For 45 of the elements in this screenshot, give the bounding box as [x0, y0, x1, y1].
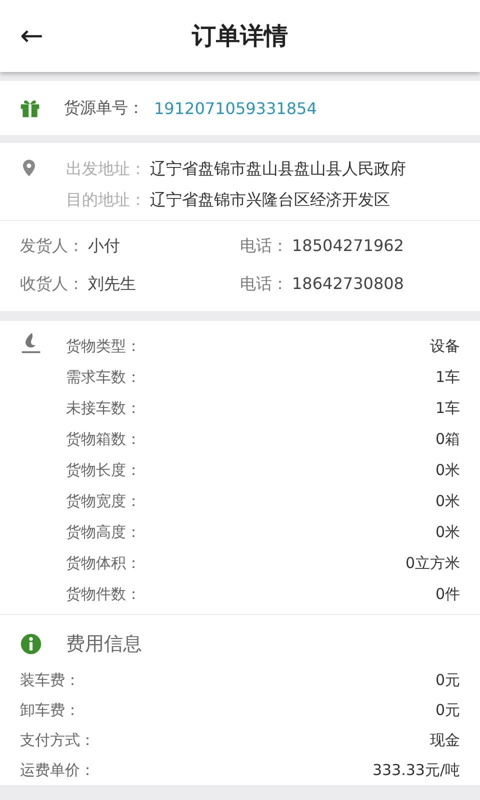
fee-label: 运费单价： [20, 760, 95, 780]
phone-label: 电话： [240, 236, 288, 254]
cargo-value: 0米 [435, 461, 460, 480]
address-value: 辽宁省盘锦市兴隆台区经济开发区 [150, 190, 390, 209]
info-icon [20, 633, 42, 655]
address-value: 辽宁省盘锦市盘山县盘山县人民政府 [150, 159, 406, 178]
cargo-label: 货物件数： [66, 585, 141, 604]
order-number: 1912071059331854 [154, 98, 317, 118]
back-button[interactable]: ← [0, 22, 44, 50]
fee-value: 333.33元/吨 [372, 760, 460, 780]
cargo-label: 未接车数： [66, 399, 141, 418]
cargo-label: 货物宽度： [66, 492, 141, 511]
fee-label: 卸车费： [20, 700, 80, 720]
section-title: 费用信息 [66, 632, 142, 657]
cargo-value: 0立方米 [405, 554, 460, 573]
phone-number: 18504271962 [292, 236, 404, 254]
fee-label: 装车费： [20, 670, 80, 690]
phone-label: 电话： [240, 274, 288, 292]
cargo-label: 货物体积： [66, 554, 141, 573]
cargo-label: 货物高度： [66, 523, 141, 542]
cargo-value: 设备 [430, 337, 460, 356]
fee-value: 0元 [435, 700, 460, 720]
fee-value: 0元 [435, 670, 460, 690]
contact-label: 收货人： [20, 274, 84, 292]
cargo-value: 1车 [435, 368, 460, 387]
flame-icon [20, 331, 42, 355]
contact-name: 小付 [88, 236, 120, 254]
cargo-value: 0米 [435, 523, 460, 542]
page-title: 订单详情 [192, 21, 288, 52]
cargo-label: 货物类型： [66, 337, 141, 356]
cargo-value: 0件 [435, 585, 460, 604]
cargo-label: 货物长度： [66, 461, 141, 480]
cargo-value: 1车 [435, 399, 460, 418]
fee-value: 现金 [430, 730, 460, 750]
fee-label: 支付方式： [20, 730, 95, 750]
cargo-label: 需求车数： [66, 368, 141, 387]
order-label: 货源单号： [64, 98, 144, 118]
cargo-value: 0米 [435, 492, 460, 511]
contact-label: 发货人： [20, 236, 84, 254]
cargo-label: 货物箱数： [66, 430, 141, 449]
address-label: 目的地址： [66, 190, 146, 209]
address-label: 出发地址： [66, 159, 146, 178]
phone-number: 18642730808 [292, 274, 404, 292]
cargo-value: 0箱 [435, 430, 460, 449]
contact-name: 刘先生 [88, 274, 136, 292]
